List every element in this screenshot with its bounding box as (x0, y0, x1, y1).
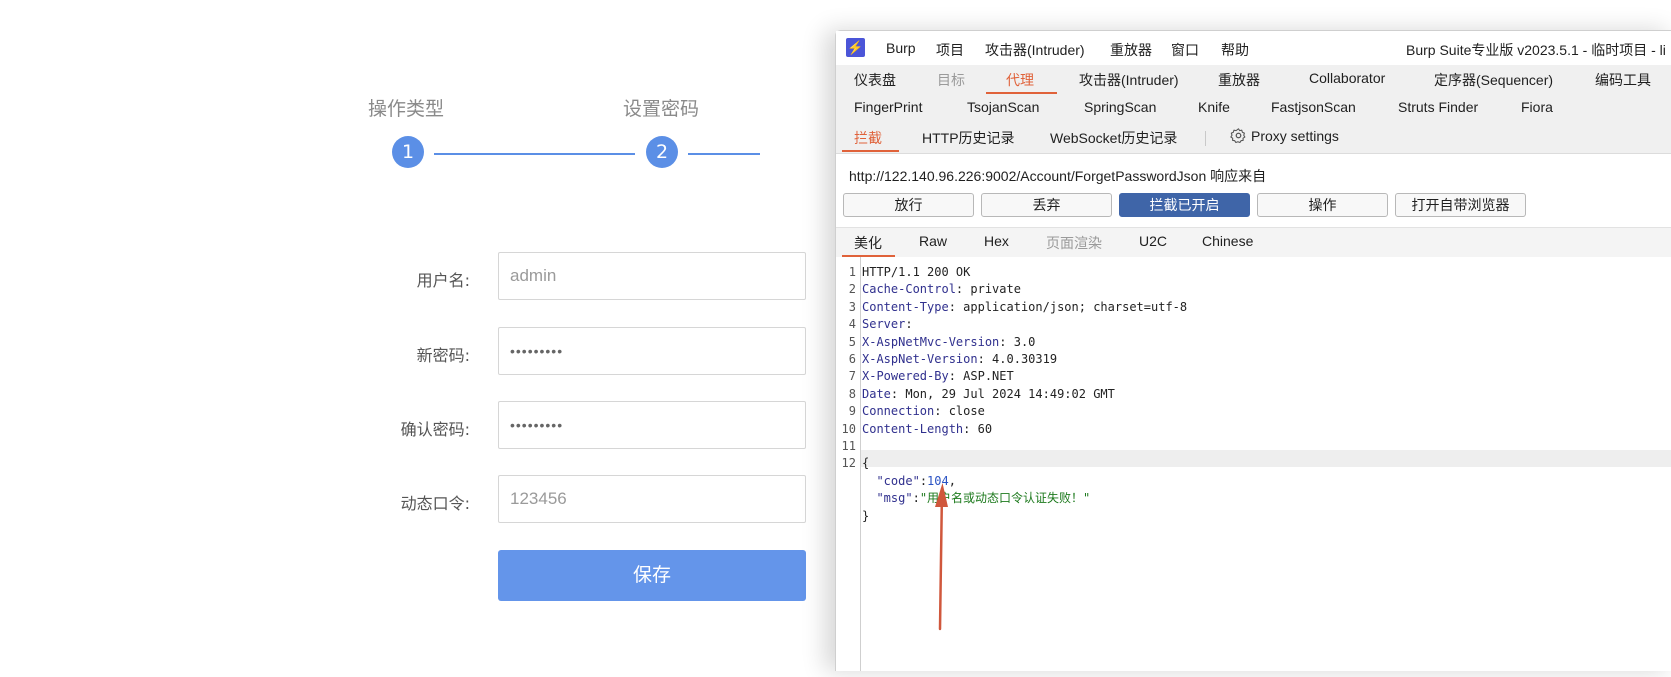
proxy-subtabs: 拦截 HTTP历史记录 WebSocket历史记录 Proxy settings (836, 123, 1671, 154)
menu-repeater[interactable]: 重放器 (1110, 40, 1152, 60)
forward-button[interactable]: 放行 (843, 193, 974, 217)
burp-logo-icon: ⚡ (846, 38, 865, 57)
tab-collaborator[interactable]: Collaborator (1309, 70, 1385, 86)
save-button[interactable]: 保存 (498, 550, 806, 601)
step-2-circle: 2 (646, 136, 678, 168)
step-2-label: 设置密码 (623, 98, 700, 120)
annotation-arrow-icon (935, 483, 948, 631)
main-tabs: 仪表盘 目标 代理 攻击器(Intruder) 重放器 Collaborator… (836, 65, 1671, 96)
tab-fastjsonscan[interactable]: FastjsonScan (1271, 99, 1356, 115)
confirm-password-label: 确认密码: (400, 420, 470, 439)
extension-tabs: FingerPrint TsojanScan SpringScan Knife … (836, 96, 1671, 123)
tab-knife[interactable]: Knife (1198, 99, 1230, 115)
tab-struts-finder[interactable]: Struts Finder (1398, 99, 1478, 115)
tab-chinese[interactable]: Chinese (1202, 233, 1253, 249)
gear-icon (1230, 128, 1246, 144)
menu-help[interactable]: 帮助 (1221, 40, 1249, 60)
step-1-circle: 1 (392, 136, 424, 168)
proxy-settings-button[interactable]: Proxy settings (1230, 127, 1339, 144)
tab-fiora[interactable]: Fiora (1521, 99, 1553, 115)
intercept-url: http://122.140.96.226:9002/Account/Forge… (849, 168, 1267, 184)
tab-proxy[interactable]: 代理 (1006, 70, 1034, 90)
otp-label: 动态口令: (400, 494, 470, 513)
step-connector (434, 153, 635, 155)
tab-sequencer[interactable]: 定序器(Sequencer) (1434, 70, 1553, 90)
step-connector-2 (688, 153, 760, 155)
tab-springscan[interactable]: SpringScan (1084, 99, 1156, 115)
tab-u2c[interactable]: U2C (1139, 233, 1167, 249)
tab-raw[interactable]: Raw (919, 233, 947, 249)
tab-hex[interactable]: Hex (984, 233, 1009, 249)
tab-websocket-history[interactable]: WebSocket历史记录 (1050, 128, 1177, 148)
confirm-password-input[interactable]: ••••••••• (498, 401, 806, 449)
new-password-input[interactable]: ••••••••• (498, 327, 806, 375)
tab-intercept-indicator (842, 150, 899, 152)
username-label: 用户名: (416, 271, 470, 290)
window-title: Burp Suite专业版 v2023.5.1 - 临时项目 - li (1406, 42, 1666, 58)
tab-pretty[interactable]: 美化 (854, 233, 882, 253)
tab-dashboard[interactable]: 仪表盘 (854, 70, 896, 90)
tab-tsojanscan[interactable]: TsojanScan (967, 99, 1039, 115)
tab-proxy-indicator (986, 92, 1057, 94)
tab-intruder[interactable]: 攻击器(Intruder) (1079, 70, 1179, 90)
tab-intercept[interactable]: 拦截 (854, 128, 882, 148)
otp-input[interactable]: 123456 (498, 475, 806, 523)
proxy-settings-label: Proxy settings (1251, 128, 1339, 144)
message-view-tabs: 美化 Raw Hex 页面渲染 U2C Chinese (836, 227, 1671, 259)
menu-window[interactable]: 窗口 (1171, 40, 1199, 60)
menu-burp[interactable]: Burp (886, 40, 916, 56)
tab-http-history[interactable]: HTTP历史记录 (922, 128, 1015, 148)
menu-project[interactable]: 项目 (936, 40, 964, 60)
subtab-separator (1205, 131, 1206, 146)
burp-window: ⚡ Burp 项目 攻击器(Intruder) 重放器 窗口 帮助 Burp S… (835, 30, 1671, 671)
tab-target[interactable]: 目标 (937, 70, 965, 90)
title-bar: ⚡ Burp 项目 攻击器(Intruder) 重放器 窗口 帮助 Burp S… (836, 31, 1671, 65)
action-button[interactable]: 操作 (1257, 193, 1388, 217)
menu-intruder[interactable]: 攻击器(Intruder) (985, 40, 1085, 60)
step-1-label: 操作类型 (368, 98, 445, 120)
tab-fingerprint[interactable]: FingerPrint (854, 99, 922, 115)
username-input[interactable]: admin (498, 252, 806, 300)
tab-repeater[interactable]: 重放器 (1218, 70, 1260, 90)
new-password-label: 新密码: (416, 346, 470, 365)
intercept-toggle-button[interactable]: 拦截已开启 (1119, 193, 1250, 217)
tab-decoder[interactable]: 编码工具 (1595, 70, 1651, 90)
tab-render[interactable]: 页面渲染 (1046, 233, 1102, 253)
response-editor[interactable]: 1 HTTP/1.1 200 OK 2 Cache-Control: priva… (836, 257, 1671, 671)
open-browser-button[interactable]: 打开自带浏览器 (1395, 193, 1526, 217)
drop-button[interactable]: 丢弃 (981, 193, 1112, 217)
